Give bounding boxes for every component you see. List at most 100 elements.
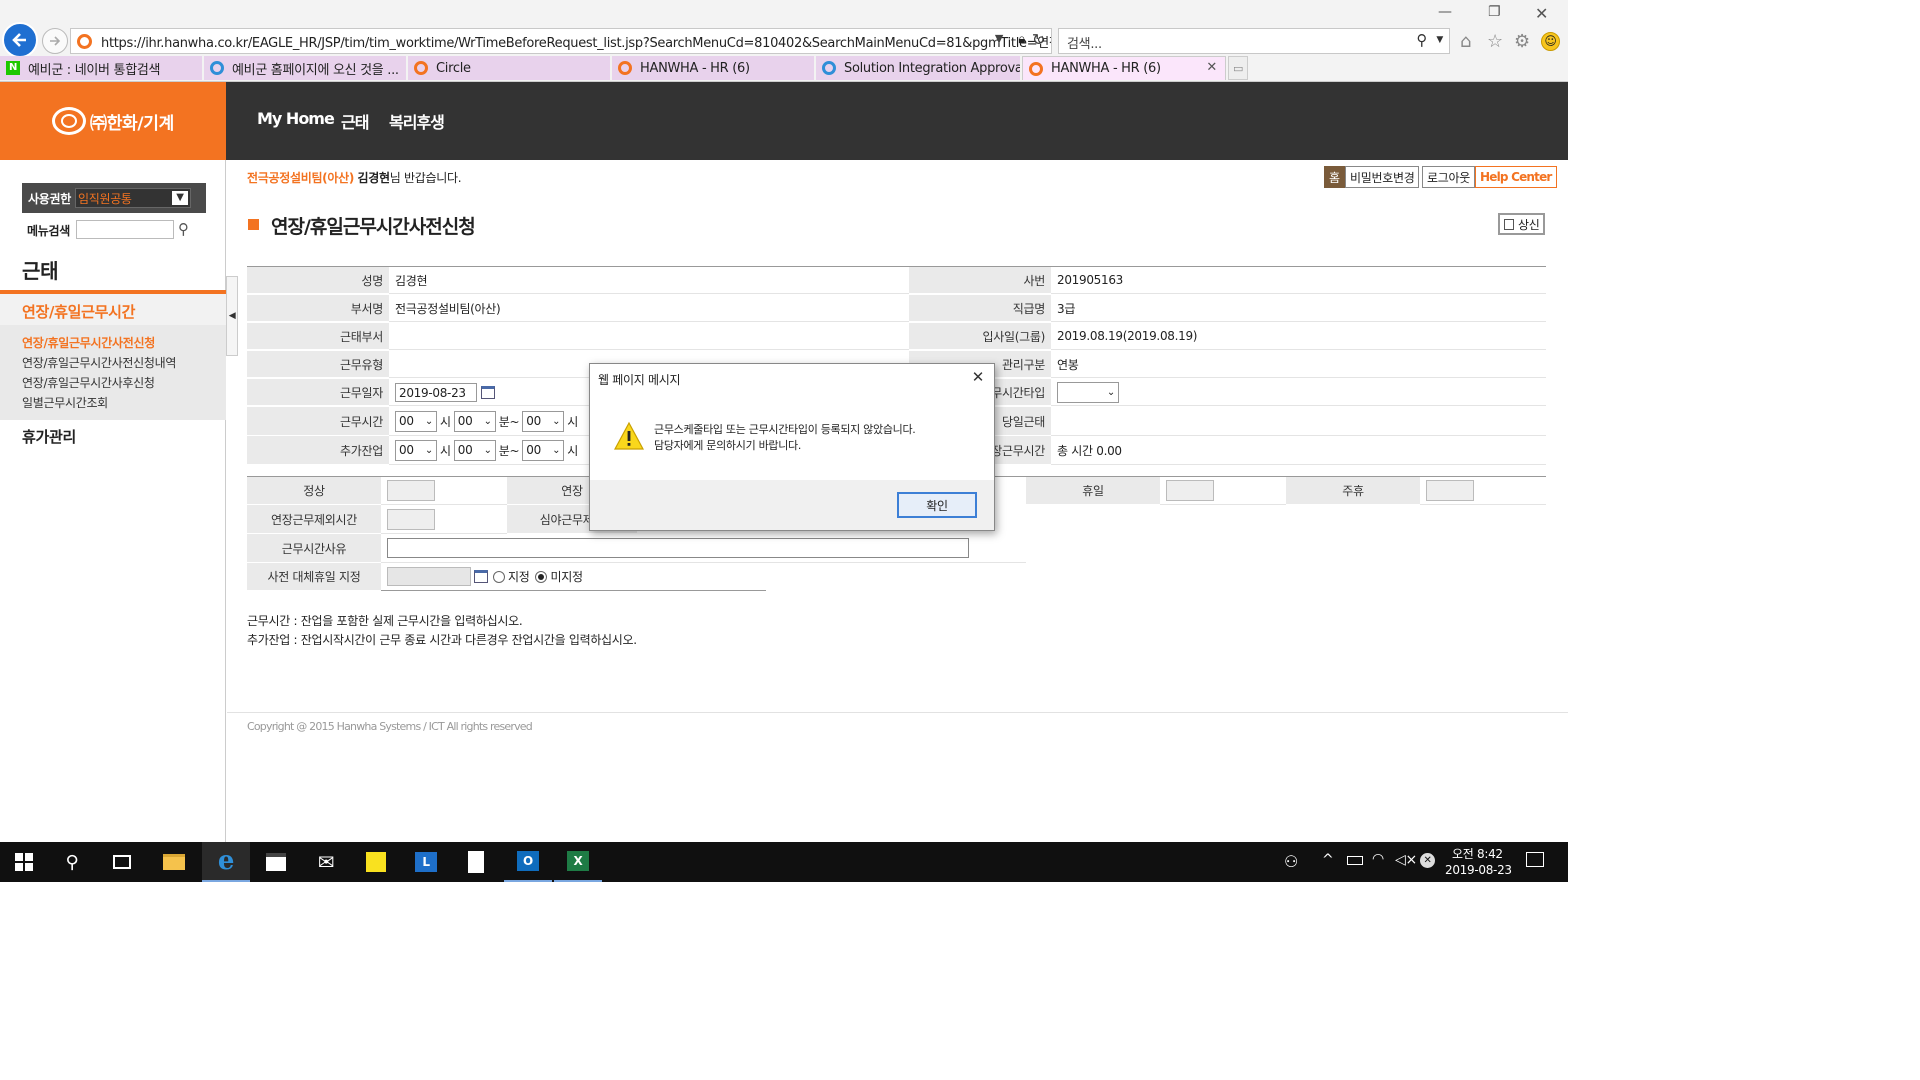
search-icon[interactable]: ⚲ bbox=[1416, 31, 1427, 49]
action-center-icon[interactable] bbox=[1526, 852, 1544, 867]
normal-input[interactable] bbox=[387, 480, 435, 501]
file-explorer-button[interactable] bbox=[150, 842, 198, 882]
submit-button[interactable]: 상신 bbox=[1498, 213, 1546, 235]
menu-search-input[interactable] bbox=[76, 220, 174, 239]
dialog-title: 웹 페이지 메시지 bbox=[598, 373, 681, 387]
browser-chrome: https://ihr.hanwha.co.kr/EAGLE_HR/JSP/ti… bbox=[0, 0, 1568, 82]
people-icon[interactable]: ⚇ bbox=[1284, 852, 1298, 871]
url-text: https://ihr.hanwha.co.kr/EAGLE_HR/JSP/ti… bbox=[101, 35, 1052, 51]
note-2: 추가잔업 : 잔업시작시간이 근무 종료 시간과 다른경우 잔업시간을 입력하십… bbox=[247, 633, 637, 647]
company-logo[interactable]: ㈜한화/기계 bbox=[0, 82, 226, 160]
worktime-start-hour-select[interactable]: 00 ⌄ bbox=[395, 410, 437, 432]
menu-item-prerequest[interactable]: 연장/휴일근무시간사전신청 bbox=[22, 334, 155, 351]
battery-icon[interactable] bbox=[1347, 856, 1363, 865]
weekly-input[interactable] bbox=[1426, 480, 1474, 501]
smiley-icon[interactable]: ☺ bbox=[1541, 32, 1560, 51]
show-hidden-icons[interactable]: ^ bbox=[1322, 852, 1334, 868]
menu-group-title[interactable]: 연장/휴일근무시간 bbox=[22, 301, 135, 322]
nav-myhome[interactable]: My Home bbox=[257, 109, 335, 128]
mail-button[interactable]: ✉ bbox=[302, 842, 350, 882]
clock-time[interactable]: 오전 8:42 bbox=[1452, 845, 1503, 862]
ie-taskbar-button[interactable]: e bbox=[202, 842, 250, 882]
calendar-icon[interactable] bbox=[474, 570, 488, 583]
label-worktime: 근무시간 bbox=[247, 407, 389, 436]
help-center-button[interactable]: Help Center bbox=[1475, 166, 1557, 188]
close-icon[interactable]: ✕ bbox=[972, 368, 985, 386]
restore-icon[interactable]: ❐ bbox=[1488, 4, 1501, 20]
taskbar-search-button[interactable]: ⚲ bbox=[48, 842, 96, 882]
warning-icon bbox=[613, 421, 645, 450]
change-password-button[interactable]: 비밀번호변경 bbox=[1345, 166, 1420, 188]
home-icon[interactable]: ⌂ bbox=[1460, 31, 1471, 52]
menu-search-label: 메뉴검색 bbox=[27, 224, 70, 238]
browser-tab-4[interactable]: HANWHA - HR (6) bbox=[612, 56, 814, 80]
browser-search-input[interactable]: 검색... ⚲ ▼ bbox=[1058, 28, 1450, 54]
value-workdept bbox=[389, 323, 909, 350]
search-icon[interactable]: ⚲ bbox=[178, 220, 189, 238]
menu-item-prerequest-history[interactable]: 연장/휴일근무시간사전신청내역 bbox=[22, 354, 176, 371]
favorites-star-icon[interactable]: ☆ bbox=[1487, 31, 1503, 52]
volume-icon[interactable]: ◁× bbox=[1395, 852, 1417, 868]
network-error-icon[interactable]: ✕ bbox=[1420, 853, 1435, 868]
task-view-button[interactable] bbox=[98, 842, 146, 882]
ok-button[interactable]: 확인 bbox=[897, 492, 977, 518]
clock-date[interactable]: 2019-08-23 bbox=[1445, 863, 1512, 877]
close-window-icon[interactable]: ✕ bbox=[1535, 4, 1548, 23]
holiday-input[interactable] bbox=[1166, 480, 1214, 501]
minimize-icon[interactable]: — bbox=[1438, 4, 1452, 20]
role-box: 사용권한 임직원공통 ▼ bbox=[22, 183, 206, 213]
app-header bbox=[0, 82, 1568, 160]
workdate-input[interactable]: 2019-08-23 bbox=[395, 382, 477, 402]
new-tab-button[interactable]: ▭ bbox=[1228, 56, 1248, 80]
nav-attendance[interactable]: 근태 bbox=[341, 109, 369, 133]
excel-button[interactable]: X bbox=[554, 842, 602, 882]
ie-icon bbox=[210, 61, 224, 75]
browser-tab-6-active[interactable]: HANWHA - HR (6) ✕ bbox=[1022, 56, 1226, 80]
overtime-start-hour-select[interactable]: 00 ⌄ bbox=[395, 439, 437, 461]
radio-undesignate[interactable] bbox=[535, 570, 548, 583]
lock-icon[interactable]: 🔒︎ bbox=[1018, 32, 1025, 47]
forward-button[interactable] bbox=[42, 28, 68, 54]
overtime-start-min-select[interactable]: 00 ⌄ bbox=[453, 439, 496, 461]
ext-excl-input[interactable] bbox=[387, 508, 435, 530]
worktime-end-hour-select[interactable]: 00 ⌄ bbox=[522, 410, 565, 432]
nav-welfare[interactable]: 복리후생 bbox=[389, 109, 445, 133]
notepad-button[interactable] bbox=[452, 842, 500, 882]
lync-button[interactable]: L bbox=[402, 842, 450, 882]
browser-tab-2[interactable]: 예비군 홈페이지에 오신 것을 ... bbox=[204, 56, 406, 80]
sub-holiday-date-input[interactable] bbox=[387, 567, 471, 586]
menu-group-vacation[interactable]: 휴가관리 bbox=[22, 426, 76, 447]
settings-gear-icon[interactable]: ⚙ bbox=[1514, 31, 1530, 52]
logout-button[interactable]: 로그아웃 bbox=[1422, 166, 1475, 188]
collapse-handle[interactable]: ◀ bbox=[226, 276, 238, 356]
sticky-notes-button[interactable] bbox=[352, 842, 400, 882]
role-select[interactable]: 임직원공통 ▼ bbox=[74, 188, 191, 208]
address-bar[interactable]: https://ihr.hanwha.co.kr/EAGLE_HR/JSP/ti… bbox=[70, 28, 1052, 54]
store-button[interactable] bbox=[252, 842, 300, 882]
worktime-start-min-select[interactable]: 00 ⌄ bbox=[453, 410, 496, 432]
close-tab-icon[interactable]: ✕ bbox=[1206, 60, 1217, 75]
menu-item-postrequest[interactable]: 연장/휴일근무시간사후신청 bbox=[22, 374, 155, 391]
start-button[interactable] bbox=[0, 842, 48, 882]
radio-designate[interactable] bbox=[493, 570, 505, 583]
calendar-icon[interactable] bbox=[481, 385, 495, 399]
hour-unit: 시 bbox=[567, 443, 578, 458]
home-button[interactable]: 홈 bbox=[1324, 166, 1345, 188]
tab-label: HANWHA - HR (6) bbox=[1051, 61, 1161, 76]
wifi-icon[interactable]: ◠ bbox=[1372, 851, 1384, 867]
reason-input[interactable] bbox=[387, 538, 969, 558]
outlook-button[interactable]: O bbox=[504, 842, 552, 882]
logo-text: ㈜한화/기계 bbox=[90, 113, 174, 134]
browser-tab-5[interactable]: Solution Integration Approval... bbox=[816, 56, 1020, 80]
label-grade: 직급명 bbox=[909, 295, 1051, 322]
timetype-select[interactable]: ⌄ bbox=[1057, 381, 1119, 403]
search-dropdown-icon[interactable]: ▼ bbox=[1436, 35, 1443, 45]
browser-tab-1[interactable]: N 예비군 : 네이버 통합검색 bbox=[0, 56, 202, 80]
browser-tab-3[interactable]: Circle bbox=[408, 56, 610, 80]
dropdown-icon[interactable]: ▼ bbox=[995, 32, 1003, 45]
back-button[interactable] bbox=[2, 22, 38, 58]
refresh-icon[interactable]: ↻ bbox=[1032, 30, 1045, 49]
value-empno: 201905163 bbox=[1051, 267, 1546, 294]
menu-item-daily-worktime[interactable]: 일별근무시간조회 bbox=[22, 394, 108, 411]
overtime-end-hour-select[interactable]: 00 ⌄ bbox=[522, 439, 565, 461]
